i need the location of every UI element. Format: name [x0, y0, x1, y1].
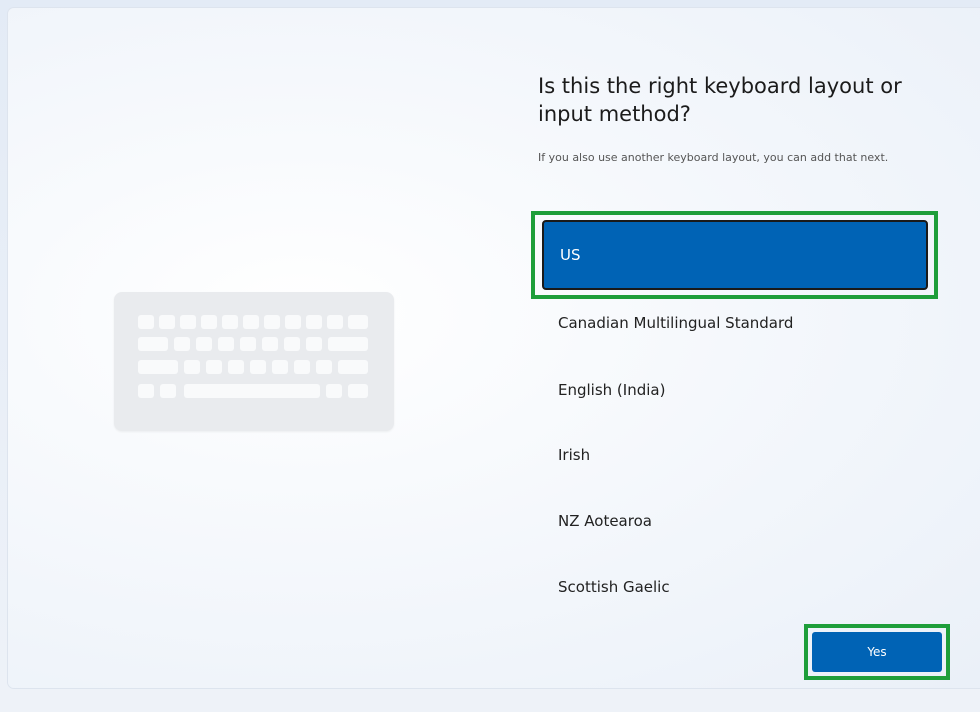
keyboard-key — [201, 315, 217, 329]
layout-option-canadian-multilingual[interactable]: Canadian Multilingual Standard — [542, 290, 928, 356]
keyboard-key — [348, 384, 368, 398]
keyboard-key — [138, 315, 154, 329]
keyboard-key — [272, 360, 288, 374]
keyboard-key — [306, 337, 322, 351]
keyboard-key — [180, 315, 196, 329]
keyboard-key — [138, 384, 154, 398]
layout-option-us[interactable]: US — [542, 220, 928, 290]
layout-option-label: NZ Aotearoa — [558, 512, 652, 530]
keyboard-key — [294, 360, 310, 374]
keyboard-key — [184, 360, 200, 374]
page-title: Is this the right keyboard layout or inp… — [538, 74, 902, 126]
layout-option-label: US — [560, 246, 581, 264]
keyboard-key — [250, 360, 266, 374]
keyboard-key — [326, 384, 342, 398]
keyboard-key — [262, 337, 278, 351]
keyboard-key — [327, 315, 343, 329]
yes-button[interactable]: Yes — [812, 632, 942, 672]
setup-window: Is this the right keyboard layout or inp… — [0, 0, 980, 712]
layout-option-scottish-gaelic[interactable]: Scottish Gaelic — [542, 554, 928, 620]
keyboard-spacebar — [184, 384, 320, 398]
keyboard-key — [159, 315, 175, 329]
layout-option-label: Irish — [558, 446, 591, 464]
layout-option-nz-aotearoa[interactable]: NZ Aotearoa — [542, 488, 928, 554]
layout-option-english-india[interactable]: English (India) — [542, 357, 928, 423]
keyboard-key — [174, 337, 190, 351]
keyboard-key — [348, 315, 368, 329]
layout-option-label: English (India) — [558, 381, 666, 399]
keyboard-key — [138, 360, 178, 374]
keyboard-key — [206, 360, 222, 374]
keyboard-key — [160, 384, 176, 398]
layout-option-label: Canadian Multilingual Standard — [558, 314, 794, 332]
keyboard-key — [222, 315, 238, 329]
keyboard-key — [338, 360, 368, 374]
layout-option-irish[interactable]: Irish — [542, 422, 928, 488]
layout-option-label: Scottish Gaelic — [558, 578, 670, 596]
keyboard-key — [218, 337, 234, 351]
keyboard-key — [138, 337, 168, 351]
page-subtitle: If you also use another keyboard layout,… — [538, 151, 889, 164]
keyboard-key — [284, 337, 300, 351]
keyboard-icon — [114, 292, 394, 431]
keyboard-key — [328, 337, 368, 351]
keyboard-key — [196, 337, 212, 351]
keyboard-key — [316, 360, 332, 374]
keyboard-key — [264, 315, 280, 329]
keyboard-key — [240, 337, 256, 351]
keyboard-key — [306, 315, 322, 329]
keyboard-key — [228, 360, 244, 374]
keyboard-key — [243, 315, 259, 329]
keyboard-key — [285, 315, 301, 329]
